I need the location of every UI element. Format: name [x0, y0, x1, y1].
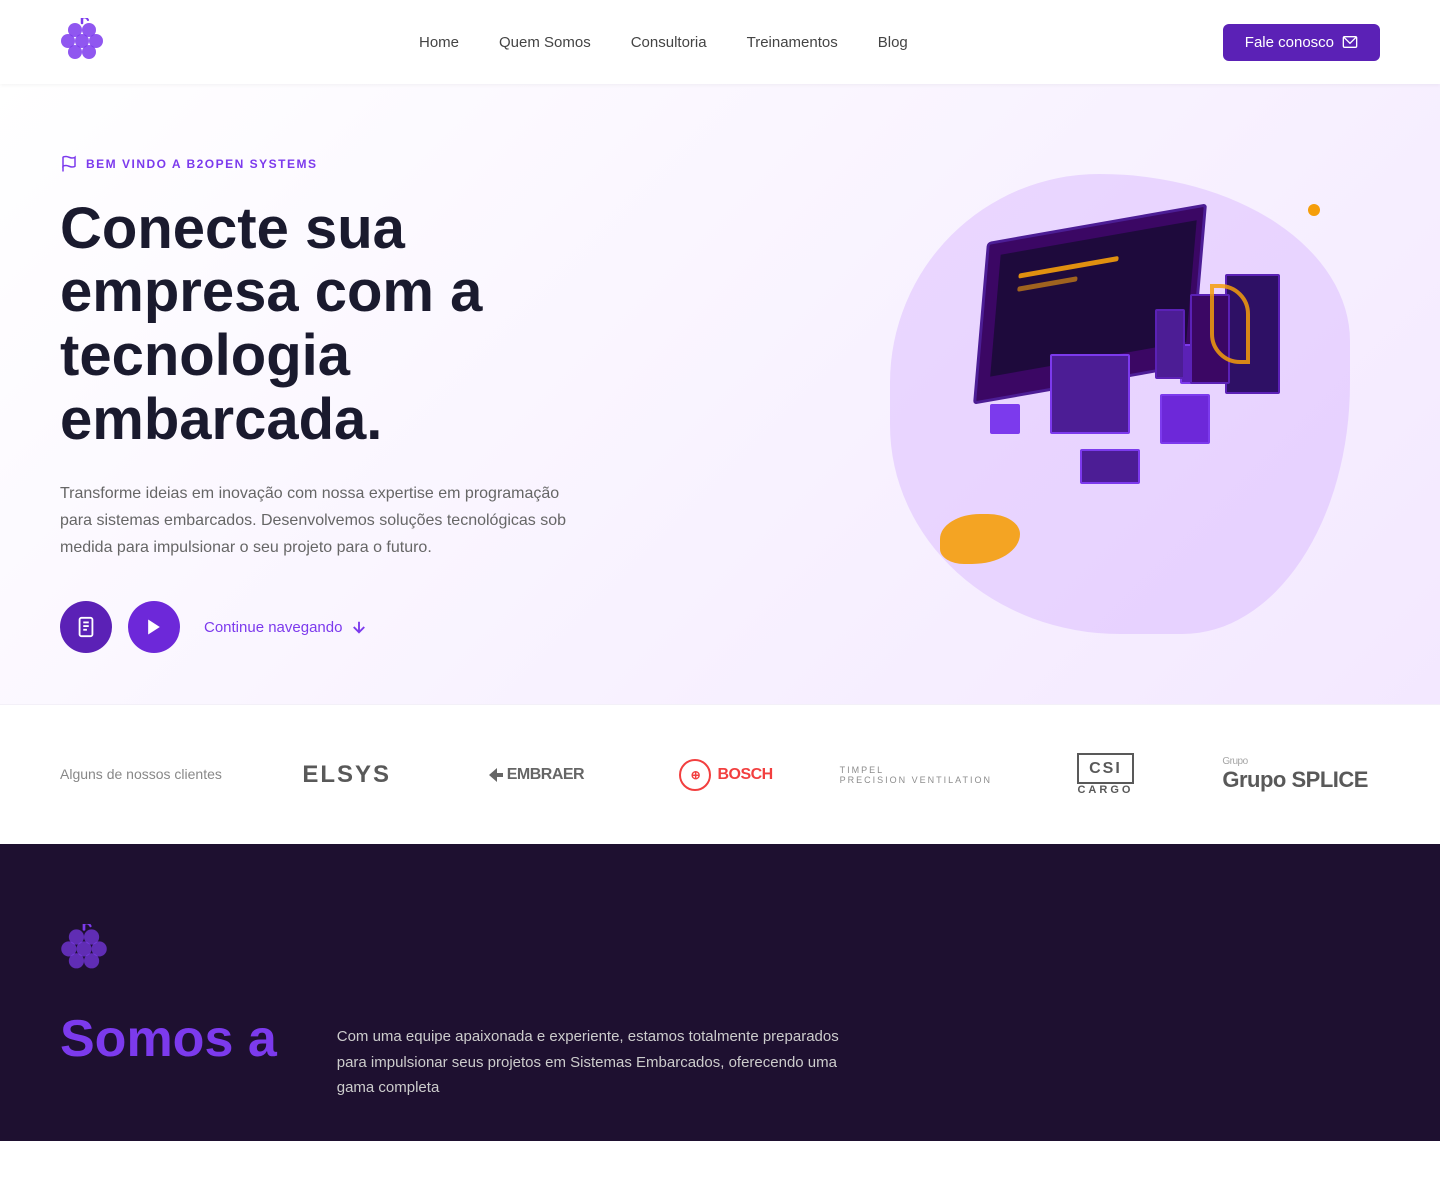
nav-treinamentos[interactable]: Treinamentos	[747, 34, 838, 51]
iso-yellow-blob	[940, 514, 1020, 564]
iso-chip-2	[1160, 394, 1210, 444]
dark-section-description: Com uma equipe apaixonada e experiente, …	[337, 924, 857, 1101]
nav-blog[interactable]: Blog	[878, 34, 908, 51]
splice-grupo-label: Grupo	[1222, 756, 1368, 767]
csi-cargo-logo: CSI CARGO	[1077, 753, 1134, 796]
hero-section: BEM VINDO A B2OPEN SYSTEMS Conecte sua e…	[0, 84, 1440, 704]
navbar: Home Quem Somos Consultoria Treinamentos…	[0, 0, 1440, 84]
hero-continue-link[interactable]: Continue navegando	[204, 618, 368, 636]
isometric-scene	[900, 194, 1340, 614]
iso-chip-4	[990, 404, 1020, 434]
dark-section-inner: Somos a Com uma equipe apaixonada e expe…	[60, 924, 1380, 1101]
hero-continue-label: Continue navegando	[204, 619, 342, 636]
nav-links: Home Quem Somos Consultoria Treinamentos…	[419, 34, 908, 51]
client-splice: Grupo Grupo SPLICE	[1210, 756, 1380, 793]
contact-label: Fale conosco	[1245, 34, 1334, 51]
hero-badge: BEM VINDO A B2OPEN SYSTEMS	[60, 155, 640, 173]
clients-logos: ELSYS EMBRAER ⊕ BOSCH TIMPEL PRECISION V…	[262, 753, 1380, 796]
bosch-logo-text: ⊕ BOSCH	[679, 759, 772, 791]
dark-section: Somos a Com uma equipe apaixonada e expe…	[0, 844, 1440, 1141]
hero-actions: Continue navegando	[60, 601, 640, 653]
hero-illustration	[860, 194, 1380, 614]
iso-dot-accent	[1308, 204, 1320, 216]
iso-chip-1	[1050, 354, 1130, 434]
embraer-arrow-icon	[489, 768, 503, 782]
hero-docs-button[interactable]	[60, 601, 112, 653]
client-elsys: ELSYS	[262, 761, 432, 789]
nav-quem-somos[interactable]: Quem Somos	[499, 34, 591, 51]
client-embraer: EMBRAER	[452, 766, 622, 784]
client-bosch: ⊕ BOSCH	[641, 759, 811, 791]
hero-play-button[interactable]	[128, 601, 180, 653]
hero-title: Conecte sua empresa com a tecnologia emb…	[60, 197, 640, 452]
nav-consultoria[interactable]: Consultoria	[631, 34, 707, 51]
logo-icon	[60, 18, 104, 66]
dark-section-title: Somos a	[60, 1008, 277, 1070]
flag-icon	[60, 155, 78, 173]
splice-logo-text: Grupo Grupo SPLICE	[1222, 756, 1368, 793]
nav-home[interactable]: Home	[419, 34, 459, 51]
iso-tower-3	[1155, 309, 1185, 379]
timpel-logo-text: TIMPEL PRECISION VENTILATION	[840, 765, 992, 785]
play-icon	[144, 617, 164, 637]
dark-logo-area: Somos a	[60, 924, 277, 1070]
hero-content: BEM VINDO A B2OPEN SYSTEMS Conecte sua e…	[60, 155, 640, 654]
mail-icon	[1342, 34, 1358, 50]
csi-cargo-text: CARGO	[1077, 784, 1133, 796]
clients-label: Alguns de nossos clientes	[60, 764, 222, 785]
client-csi-cargo: CSI CARGO	[1021, 753, 1191, 796]
dark-logo-icon	[60, 924, 108, 976]
bosch-circle: ⊕	[679, 759, 711, 791]
document-icon	[75, 616, 97, 638]
elsys-logo-text: ELSYS	[302, 761, 391, 789]
csi-box: CSI	[1077, 753, 1134, 784]
clients-section: Alguns de nossos clientes ELSYS EMBRAER …	[0, 704, 1440, 844]
client-timpel: TIMPEL PRECISION VENTILATION	[831, 765, 1001, 785]
iso-accent-squiggle	[1210, 284, 1250, 364]
hero-badge-text: BEM VINDO A B2OPEN SYSTEMS	[86, 157, 317, 171]
iso-chip-5	[1080, 449, 1140, 484]
hero-description: Transforme ideias em inovação com nossa …	[60, 480, 580, 562]
arrow-down-icon	[350, 618, 368, 636]
logo[interactable]	[60, 18, 104, 66]
embraer-logo-text: EMBRAER	[489, 766, 584, 784]
contact-button[interactable]: Fale conosco	[1223, 24, 1380, 61]
